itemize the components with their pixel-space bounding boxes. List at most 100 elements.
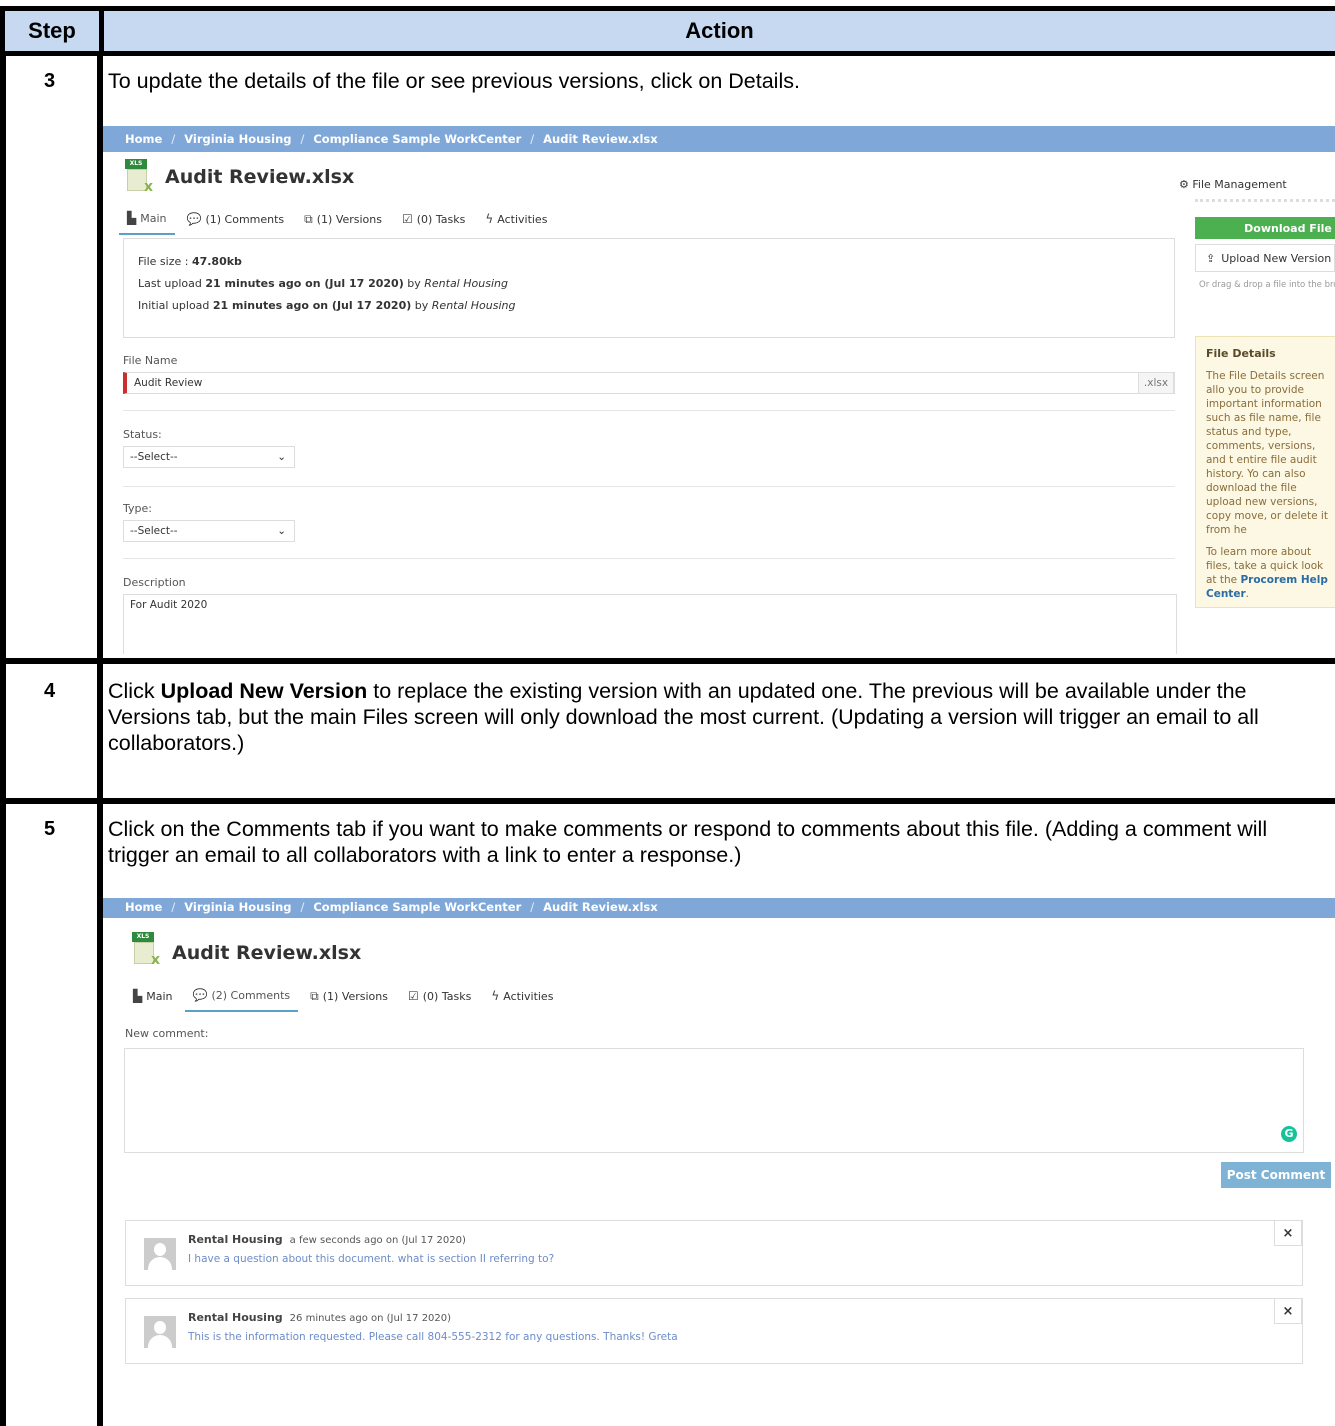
file-title: Audit Review.xlsx <box>172 942 362 964</box>
post-comment-button[interactable]: Post Comment <box>1221 1162 1331 1188</box>
file-extension: .xlsx <box>1138 372 1174 394</box>
step-text: To update the details of the file or see… <box>108 69 800 93</box>
tab-tasks[interactable]: ☑ (0) Tasks <box>400 988 479 1012</box>
drag-drop-hint: Or drag & drop a file into the brow <box>1199 280 1335 290</box>
comment-text: I have a question about this document. w… <box>188 1253 555 1265</box>
tab-comments[interactable]: 💬 (2) Comments <box>184 988 299 1012</box>
breadcrumb-home[interactable]: Home <box>125 900 162 914</box>
tab-versions[interactable]: ⧉ (1) Versions <box>296 211 390 235</box>
upload-new-version-label: Upload New Version <box>1221 251 1332 265</box>
comment-time: a few seconds ago on (Jul 17 2020) <box>289 1235 466 1246</box>
close-icon[interactable]: × <box>1274 1298 1302 1324</box>
breadcrumb-org[interactable]: Virginia Housing <box>184 900 291 914</box>
header-step-label: Step <box>28 18 76 43</box>
chevron-down-icon: ⌄ <box>277 451 286 463</box>
left-border <box>0 56 6 1426</box>
tab-comments-label: (1) Comments <box>205 212 285 226</box>
dotted-divider <box>1195 199 1335 202</box>
upload-icon: ⇪ <box>1206 251 1216 265</box>
breadcrumb-org[interactable]: Virginia Housing <box>184 132 291 146</box>
breadcrumb-home[interactable]: Home <box>125 132 162 146</box>
tab-comments[interactable]: 💬 (1) Comments <box>179 211 293 235</box>
tab-main[interactable]: ▙ Main <box>119 211 175 235</box>
breadcrumb: Home / Virginia Housing / Compliance Sample … <box>103 126 1335 152</box>
tab-main[interactable]: ▙ Main <box>125 988 181 1012</box>
status-value: --Select-- <box>130 451 178 463</box>
grammarly-icon[interactable]: G <box>1281 1126 1297 1142</box>
bolt-icon: ϟ <box>491 989 500 1003</box>
file-tabs: ▙ Main 💬 (1) Comments ⧉ (1) Versions ☑ (0) T… <box>119 211 559 235</box>
status-label: Status: <box>123 428 162 441</box>
file-name-value: Audit Review <box>134 377 203 389</box>
file-details-title: File Details <box>1206 347 1276 360</box>
divider <box>123 486 1175 487</box>
header-action-cell: Action <box>99 6 1335 56</box>
tab-main-label: Main <box>146 989 173 1003</box>
xls-tag: XLS <box>125 159 147 169</box>
download-file-label: Download File <box>1244 221 1332 235</box>
avatar <box>144 1316 176 1348</box>
tab-activities[interactable]: ϟ Activities <box>477 211 555 235</box>
breadcrumb-workcenter[interactable]: Compliance Sample WorkCenter <box>313 900 521 914</box>
type-value: --Select-- <box>130 525 178 537</box>
tab-main-label: Main <box>140 211 167 225</box>
tab-versions-label: (1) Versions <box>322 989 388 1003</box>
tab-activities-label: Activities <box>503 989 554 1003</box>
file-size: File size : 47.80kb <box>138 255 242 268</box>
new-comment-label: New comment: <box>125 1027 209 1040</box>
tab-tasks[interactable]: ☑ (0) Tasks <box>394 211 473 235</box>
status-select[interactable]: --Select-- ⌄ <box>123 446 295 468</box>
comment-item: Rental Housing 26 minutes ago on (Jul 17… <box>125 1298 1303 1364</box>
row-divider <box>0 658 1335 664</box>
file-icon: ▙ <box>133 989 143 1003</box>
step-text: Click Upload New Version to replace the … <box>108 679 1259 755</box>
file-management-heading: ⚙ File Management <box>1179 178 1287 191</box>
description-label: Description <box>123 576 186 589</box>
upload-new-version-button[interactable]: ⇪ Upload New Version <box>1195 244 1335 272</box>
file-details-help: File Details The File Details screen all… <box>1195 336 1335 608</box>
file-name-input[interactable]: Audit Review .xlsx <box>123 372 1175 394</box>
description-value: For Audit 2020 <box>130 599 208 611</box>
tab-versions[interactable]: ⧉ (1) Versions <box>302 988 396 1012</box>
xls-file-icon: XLS x <box>132 932 160 968</box>
breadcrumb-separator: / <box>530 900 535 914</box>
instruction-table: Step Action 3 To update the details of t… <box>0 0 1335 1426</box>
comment-item: Rental Housing a few seconds ago on (Jul… <box>125 1220 1303 1286</box>
xls-file-icon: XLS x <box>125 159 153 195</box>
comment-meta: Rental Housing a few seconds ago on (Jul… <box>188 1233 466 1246</box>
type-select[interactable]: --Select-- ⌄ <box>123 520 295 542</box>
breadcrumb-file: Audit Review.xlsx <box>543 900 658 914</box>
gear-icon: ⚙ <box>1179 178 1189 191</box>
step-number: 5 <box>43 818 56 840</box>
comment-author[interactable]: Rental Housing <box>188 1233 283 1246</box>
download-file-button[interactable]: Download File <box>1195 217 1335 239</box>
comment-meta: Rental Housing 26 minutes ago on (Jul 17… <box>188 1311 451 1324</box>
file-name-label: File Name <box>123 354 178 367</box>
type-label: Type: <box>123 502 152 515</box>
checkbox-icon: ☑ <box>402 212 413 226</box>
screenshot-comments: Home / Virginia Housing / Compliance Sample … <box>103 898 1335 1426</box>
file-info-panel: File size : 47.80kb Last upload 21 minut… <box>123 238 1175 338</box>
bolt-icon: ϟ <box>485 212 494 226</box>
breadcrumb-separator: / <box>300 900 305 914</box>
avatar <box>144 1238 176 1270</box>
file-tabs: ▙ Main 💬 (2) Comments ⧉ (1) Versions ☑ (0) T… <box>125 988 565 1012</box>
tab-activities-label: Activities <box>497 212 548 226</box>
tab-activities[interactable]: ϟ Activities <box>483 988 561 1012</box>
comment-text: This is the information requested. Pleas… <box>188 1331 678 1343</box>
versions-icon: ⧉ <box>304 211 313 226</box>
comments-icon: 💬 <box>186 212 202 226</box>
breadcrumb-separator: / <box>171 132 176 146</box>
step-number: 3 <box>43 70 56 92</box>
new-comment-input[interactable]: G <box>124 1048 1304 1153</box>
tab-tasks-label: (0) Tasks <box>416 212 466 226</box>
screenshot-file-details: Home / Virginia Housing / Compliance Sample … <box>103 126 1335 654</box>
breadcrumb: Home / Virginia Housing / Compliance Sample … <box>103 898 1335 918</box>
breadcrumb-file: Audit Review.xlsx <box>543 132 658 146</box>
description-input[interactable]: For Audit 2020 <box>123 594 1177 654</box>
close-icon[interactable]: × <box>1274 1220 1302 1246</box>
comment-author[interactable]: Rental Housing <box>188 1311 283 1324</box>
last-upload: Last upload 21 minutes ago on (Jul 17 20… <box>138 277 508 290</box>
breadcrumb-workcenter[interactable]: Compliance Sample WorkCenter <box>313 132 521 146</box>
breadcrumb-separator: / <box>530 132 535 146</box>
